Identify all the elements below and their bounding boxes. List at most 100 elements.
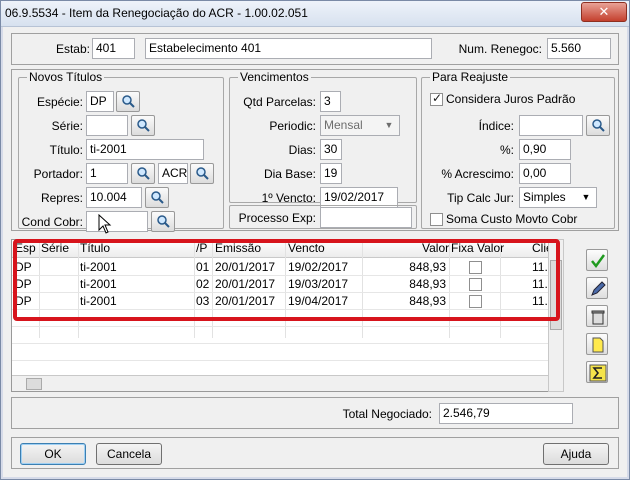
close-button[interactable]: ✕ [581, 2, 627, 22]
cell-emissao: 20/01/2017 [215, 277, 276, 291]
cell-emissao: 20/01/2017 [215, 260, 276, 274]
header-panel: Estab: 401 Estabelecimento 401 Num. Rene… [11, 33, 619, 65]
indice-input[interactable] [519, 115, 583, 136]
serie-label: Série: [51, 119, 83, 133]
sigma-icon [589, 364, 607, 382]
title-bar: 06.9.5534 - Item da Renegociação do ACR … [1, 1, 629, 27]
estab-description-field: Estabelecimento 401 [145, 38, 432, 59]
scroll-thumb[interactable] [26, 378, 42, 390]
column-header-emissao[interactable]: Emissão [215, 240, 261, 257]
table-row[interactable]: DP ti-2001 01 20/01/2017 19/02/2017 848,… [12, 259, 555, 276]
cell-vencto: 19/04/2017 [288, 294, 349, 308]
portador-label: Portador: [33, 167, 83, 181]
novos-titulos-title: Novos Títulos [27, 70, 105, 84]
processo-group: Processo Exp: [229, 205, 417, 229]
scroll-thumb[interactable] [550, 260, 562, 330]
column-header-serie[interactable]: Série [41, 240, 69, 257]
qtd-parcelas-input[interactable]: 3 [320, 91, 341, 112]
ok-button[interactable]: OK [20, 443, 86, 465]
cell-vencto: 19/03/2017 [288, 277, 349, 291]
edit-button[interactable] [586, 277, 608, 299]
cell-cliente: 11. [532, 294, 548, 308]
document-icon [592, 337, 604, 353]
table-row[interactable]: DP ti-2001 03 20/01/2017 19/04/2017 848,… [12, 293, 555, 310]
fixa-valor-checkbox[interactable] [469, 295, 482, 308]
column-header-parcela[interactable]: /P [196, 240, 207, 257]
empty-row [12, 344, 555, 361]
fixa-valor-checkbox[interactable] [469, 278, 482, 291]
repres-label: Repres: [40, 191, 83, 205]
total-label: Total Negociado: [342, 407, 432, 421]
considera-juros-label: Considera Juros Padrão [446, 92, 576, 106]
titles-grid[interactable]: Esp Série Título /P Emissão Vencto Valor… [11, 239, 556, 392]
dialog-body: Estab: 401 Estabelecimento 401 Num. Rene… [3, 27, 627, 477]
percent-input[interactable]: 0,90 [519, 139, 571, 160]
trash-icon [591, 310, 605, 325]
estab-input[interactable]: 401 [92, 38, 135, 59]
repres-input[interactable]: 10.004 [86, 187, 142, 208]
portador-zoom-button[interactable] [131, 163, 155, 184]
column-header-titulo[interactable]: Título [80, 240, 110, 257]
periodic-value: Mensal [324, 118, 363, 132]
magnifier-icon [122, 95, 135, 108]
cell-parcela: 03 [196, 294, 210, 308]
help-button[interactable]: Ajuda [543, 443, 609, 465]
processo-input[interactable] [320, 207, 412, 228]
application-window: 06.9.5534 - Item da Renegociação do ACR … [0, 0, 630, 480]
checkmark-icon [591, 254, 606, 269]
especie-zoom-button[interactable] [116, 91, 140, 112]
new-document-button[interactable] [586, 333, 608, 355]
table-row[interactable]: DP ti-2001 02 20/01/2017 19/03/2017 848,… [12, 276, 555, 293]
qtd-parcelas-label: Qtd Parcelas: [243, 95, 316, 109]
renegoc-input[interactable]: 5.560 [547, 38, 611, 59]
serie-zoom-button[interactable] [131, 115, 155, 136]
especie-input[interactable]: DP [86, 91, 114, 112]
sum-button[interactable] [586, 361, 608, 383]
column-header-vencto[interactable]: Vencto [288, 240, 325, 257]
processo-label: Processo Exp: [238, 211, 316, 225]
magnifier-icon [137, 167, 150, 180]
repres-zoom-button[interactable] [145, 187, 169, 208]
renegoc-label: Num. Renegoc: [458, 42, 542, 56]
vencimentos-group: Vencimentos Qtd Parcelas: 3 Periodic: Me… [229, 70, 417, 208]
horizontal-scrollbar[interactable] [12, 375, 555, 391]
titulo-input[interactable]: ti-2001 [86, 139, 204, 160]
condcobr-input[interactable] [86, 211, 148, 232]
soma-custo-checkbox[interactable] [430, 213, 443, 226]
dia-base-input[interactable]: 19 [320, 163, 342, 184]
chevron-down-icon: ▼ [581, 192, 591, 202]
portador-code-zoom-button[interactable] [190, 163, 214, 184]
cell-parcela: 02 [196, 277, 210, 291]
vencto-label: 1º Vencto: [261, 191, 316, 205]
chevron-down-icon: ▼ [384, 120, 394, 130]
dias-label: Dias: [288, 143, 316, 157]
estab-label: Estab: [55, 42, 90, 56]
mouse-cursor-icon [98, 214, 112, 234]
tipcalc-select[interactable]: Simples ▼ [519, 187, 597, 208]
condcobr-zoom-button[interactable] [151, 211, 175, 232]
vertical-scrollbar[interactable] [548, 239, 564, 392]
magnifier-icon [137, 119, 150, 132]
periodic-select[interactable]: Mensal ▼ [320, 115, 400, 136]
window-title: 06.9.5534 - Item da Renegociação do ACR … [5, 6, 308, 20]
confirm-button[interactable] [586, 249, 608, 271]
column-header-fixa-valor[interactable]: Fixa Valor [451, 240, 504, 257]
acrescimo-label: % Acrescimo: [441, 167, 514, 181]
periodic-label: Periodic: [269, 119, 316, 133]
dias-input[interactable]: 30 [320, 139, 342, 160]
cell-valor: 848,93 [409, 277, 446, 291]
cell-cliente: 11. [532, 260, 548, 274]
serie-input[interactable] [86, 115, 128, 136]
cancel-button[interactable]: Cancela [96, 443, 162, 465]
portador-code-field[interactable]: ACR [158, 163, 188, 184]
considera-juros-checkbox[interactable] [430, 91, 443, 106]
cell-esp: DP [15, 277, 32, 291]
acrescimo-input[interactable]: 0,00 [519, 163, 571, 184]
column-header-valor[interactable]: Valor [422, 240, 449, 257]
total-panel: Total Negociado: 2.546,79 [11, 397, 619, 429]
column-header-esp[interactable]: Esp [15, 240, 36, 257]
portador-input[interactable]: 1 [86, 163, 128, 184]
fixa-valor-checkbox[interactable] [469, 261, 482, 274]
indice-zoom-button[interactable] [586, 115, 610, 136]
delete-button[interactable] [586, 305, 608, 327]
